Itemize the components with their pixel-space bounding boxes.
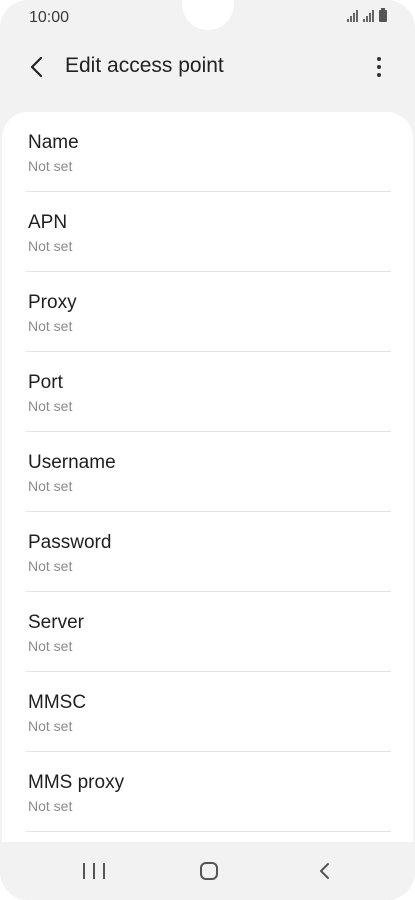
item-value: Not set: [28, 478, 73, 494]
recent-apps-icon: [83, 863, 85, 879]
item-label: Proxy: [28, 292, 77, 313]
page-title: Edit access point: [65, 54, 224, 77]
chevron-left-icon: [30, 56, 43, 78]
list-item-mmsc[interactable]: MMSC Not set: [2, 672, 413, 752]
list-item-port[interactable]: Port Not set: [2, 352, 413, 432]
item-label: Server: [28, 612, 84, 633]
home-icon: [200, 862, 218, 880]
item-value: Not set: [28, 718, 73, 734]
back-button[interactable]: [22, 52, 52, 82]
app-bar: Edit access point: [0, 40, 415, 96]
item-value: Not set: [28, 318, 73, 334]
item-value: Not set: [28, 638, 73, 654]
item-value: Not set: [28, 238, 73, 254]
item-label: MMS proxy: [28, 772, 125, 793]
divider: [26, 831, 391, 832]
list-item-proxy[interactable]: Proxy Not set: [2, 272, 413, 352]
item-label: Name: [28, 132, 79, 153]
recent-apps-button[interactable]: [83, 860, 105, 882]
item-value: Not set: [28, 558, 73, 574]
signal-icon: [347, 10, 358, 22]
list-item-username[interactable]: Username Not set: [2, 432, 413, 512]
navigation-bar: [0, 844, 415, 900]
item-value: Not set: [28, 158, 73, 174]
back-icon: [320, 863, 329, 879]
settings-list: Name Not set APN Not set Proxy Not set P…: [2, 112, 413, 842]
list-item-password[interactable]: Password Not set: [2, 512, 413, 592]
list-item-apn[interactable]: APN Not set: [2, 192, 413, 272]
battery-icon: [379, 8, 387, 22]
list-item-mms-proxy[interactable]: MMS proxy Not set: [2, 752, 413, 832]
item-label: Password: [28, 532, 112, 553]
status-icons: [347, 8, 387, 22]
list-item-name[interactable]: Name Not set: [2, 112, 413, 192]
item-label: APN: [28, 212, 68, 233]
status-bar: 10:00: [0, 0, 415, 36]
more-vertical-icon: [377, 57, 381, 61]
item-label: Port: [28, 372, 63, 393]
list-item-server[interactable]: Server Not set: [2, 592, 413, 672]
status-time: 10:00: [29, 9, 70, 26]
item-label: Username: [28, 452, 116, 473]
item-label: MMSC: [28, 692, 87, 713]
phone-screen: 10:00 Edit access point Name Not set APN…: [0, 0, 415, 900]
signal-icon: [363, 10, 374, 22]
nav-back-button[interactable]: [314, 860, 336, 882]
item-value: Not set: [28, 398, 73, 414]
home-button[interactable]: [199, 861, 219, 881]
item-value: Not set: [28, 798, 73, 814]
more-options-button[interactable]: [367, 52, 391, 82]
